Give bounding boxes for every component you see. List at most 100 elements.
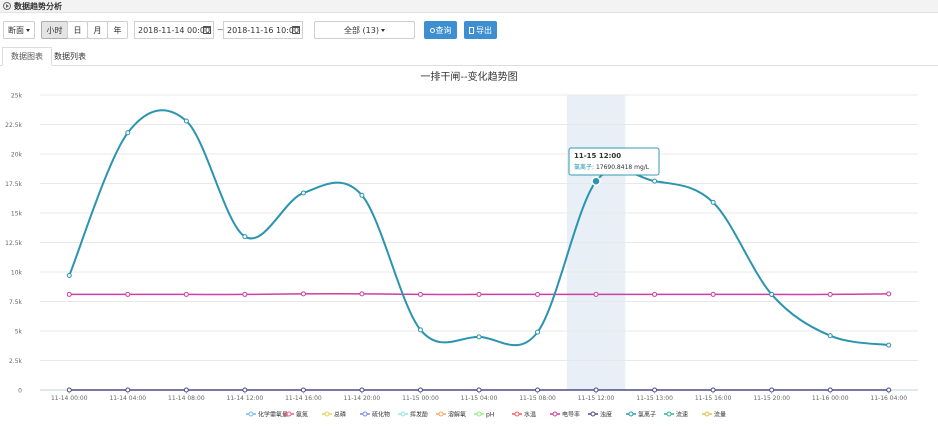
series-9-point: [300, 291, 306, 297]
query-button[interactable]: 查询: [424, 21, 457, 39]
series-11-point: [66, 273, 72, 279]
circle-arrow-icon: [3, 2, 11, 10]
page-header: 数据趋势分析: [0, 0, 938, 13]
y-tick-label: 12.5k: [5, 240, 22, 247]
section-dropdown-label: 断面: [8, 25, 24, 35]
series-9-point: [66, 291, 72, 297]
end-time-input[interactable]: 2018-11-16 10:00: [223, 21, 303, 39]
legend-swatch-dot: [286, 411, 292, 417]
legend-label: 硫化物: [372, 411, 390, 419]
series-11-point: [300, 190, 306, 196]
search-icon: [429, 27, 435, 33]
section-dropdown[interactable]: 断面: [3, 21, 35, 39]
granularity-day-button[interactable]: 日: [67, 21, 88, 39]
x-tick-label: 11-15 08:00: [519, 395, 556, 402]
legend-label: 水温: [524, 411, 536, 419]
x-tick-label: 11-14 08:00: [168, 395, 205, 402]
tab-list[interactable]: 数据列表: [46, 47, 94, 66]
tab-chart[interactable]: 数据图表: [2, 47, 52, 66]
series-10-point: [417, 387, 423, 393]
series-11-point: [535, 329, 541, 335]
series-10-point: [886, 387, 892, 393]
x-tick-label: 11-15 20:00: [753, 395, 790, 402]
y-tick-label: 10k: [11, 270, 23, 277]
y-tick-label: 2.5k: [9, 358, 23, 365]
series-10-point: [593, 387, 599, 393]
series-10-point: [769, 387, 775, 393]
legend-swatch-dot: [362, 411, 368, 417]
series-11-point: [183, 118, 189, 124]
series-9-point: [886, 291, 892, 297]
series-11-point: [242, 234, 248, 240]
series-9-point: [710, 291, 716, 297]
granularity-hour-button[interactable]: 小时: [41, 21, 68, 39]
tab-list-label: 数据列表: [54, 52, 86, 61]
series-11-point: [710, 199, 716, 205]
series-9-point: [359, 291, 365, 297]
legend-label: 氯离子: [638, 411, 656, 419]
chevron-down-icon: [26, 28, 30, 32]
x-tick-label: 11-15 12:00: [578, 395, 615, 402]
view-tabs: 数据图表 数据列表: [0, 47, 938, 66]
legend-swatch-dot: [248, 411, 254, 417]
series-9-point: [827, 291, 833, 297]
legend-label: 化学需氧量: [258, 411, 288, 419]
y-tick-label: 20k: [11, 152, 23, 159]
calendar-icon[interactable]: [292, 26, 300, 34]
start-time-value: 2018-11-14 00:00: [138, 25, 211, 35]
series-9-point: [593, 291, 599, 297]
series-9-point: [125, 291, 131, 297]
series-9-point: [476, 291, 482, 297]
tooltip-series-name: 氯离子:: [574, 163, 596, 171]
filter-select-label: 全部 (13): [344, 25, 379, 35]
series-10-point: [183, 387, 189, 393]
legend-swatch-dot: [438, 411, 444, 417]
granularity-year-label: 年: [113, 25, 122, 35]
x-tick-label: 11-14 04:00: [109, 395, 146, 402]
x-tick-label: 11-14 20:00: [344, 395, 381, 402]
export-icon: [469, 26, 474, 34]
series-9-point: [535, 291, 541, 297]
legend-swatch-dot: [552, 411, 558, 417]
series-10-point: [359, 387, 365, 393]
tooltip-value: 氯离子: 17690.8418 mg/L: [574, 163, 650, 171]
series-11-point: [417, 327, 423, 333]
chevron-down-icon: [380, 28, 385, 32]
series-10-point: [476, 387, 482, 393]
y-tick-label: 0: [18, 388, 22, 395]
x-tick-label: 11-14 00:00: [51, 395, 88, 402]
granularity-month-button[interactable]: 月: [87, 21, 108, 39]
filter-select[interactable]: 全部 (13): [314, 21, 415, 39]
export-button[interactable]: 导出: [464, 21, 497, 39]
series-10-point: [66, 387, 72, 393]
tab-chart-label: 数据图表: [11, 52, 43, 61]
y-tick-label: 15k: [11, 211, 23, 218]
series-9-point: [417, 291, 423, 297]
series-10-point: [827, 387, 833, 393]
series-10-point: [242, 387, 248, 393]
x-tick-label: 11-14 16:00: [285, 395, 322, 402]
trend-chart: 一排干闸--变化趋势图 0 2.5k 5k 7.5k 10k 12.5k 15k 17.5k 20…: [5, 70, 918, 419]
granularity-year-button[interactable]: 年: [107, 21, 128, 39]
legend-label: 流量: [714, 411, 726, 419]
legend-swatch-dot: [400, 411, 406, 417]
x-tick-label: 11-15 16:00: [695, 395, 732, 402]
legend-label: 氨氮: [296, 411, 308, 419]
granularity-day-label: 日: [73, 25, 82, 35]
legend-swatch-dot: [628, 411, 634, 417]
x-tick-label: 11-15 00:00: [402, 395, 439, 402]
calendar-icon[interactable]: [203, 26, 211, 34]
x-tick-label: 11-16 04:00: [870, 395, 907, 402]
legend-label: pH: [486, 412, 494, 419]
series-11-point: [359, 192, 365, 198]
legend-label: 挥发酚: [410, 411, 428, 419]
legend-label: 总磷: [334, 411, 346, 419]
series-9-point: [183, 291, 189, 297]
series-11-point: [769, 291, 775, 297]
series-10-point: [300, 387, 306, 393]
start-time-input[interactable]: 2018-11-14 00:00: [134, 21, 214, 39]
legend-swatch-dot: [704, 411, 710, 417]
y-tick-label: 17.5k: [5, 181, 22, 188]
tooltip-time: 11-15 12:00: [574, 152, 621, 160]
tooltip-series-value: 17690.8418 mg/L: [596, 164, 650, 171]
